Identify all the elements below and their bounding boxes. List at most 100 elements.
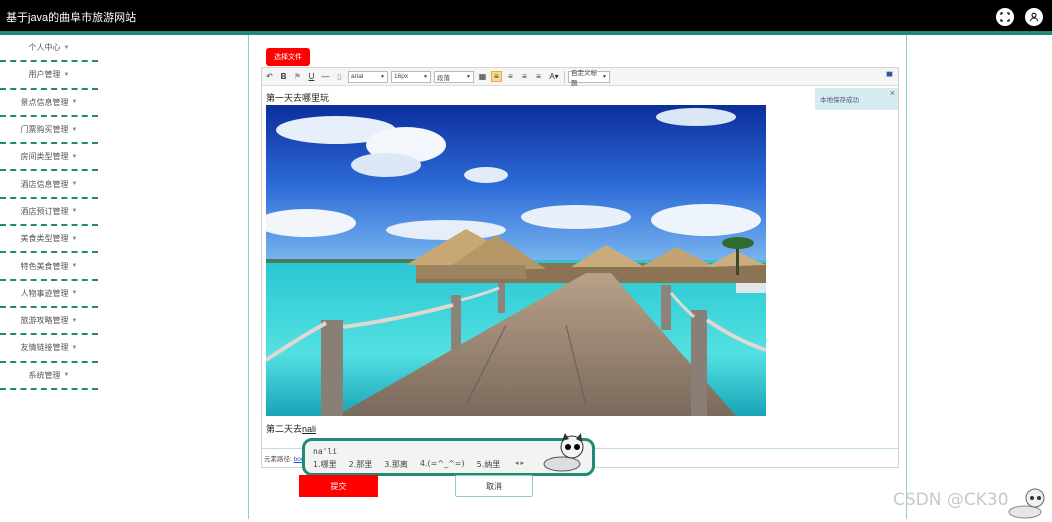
ime-candidate-list: 1.哪里 2.那里 3.那离 4.(=^_^=) 5.纳里 [313,459,500,470]
horizontal-rule-icon[interactable]: — [320,71,331,82]
chevron-down-icon: ▼ [63,71,70,78]
submit-button[interactable]: 提交 [299,475,378,497]
sidebar-item-hotel-bookings[interactable]: 酒店预订管理 ▼ [0,199,98,227]
chevron-down-icon: ▼ [71,235,78,242]
ime-mascot-icon [540,433,592,478]
sidebar-item-tickets[interactable]: 门票购买管理 ▼ [0,117,98,145]
custom-title-select[interactable]: 自定义标题 ▼ [568,70,610,87]
chevron-down-icon: ▼ [63,44,70,51]
ime-candidate[interactable]: 1.哪里 [313,459,337,470]
sidebar-item-label: 个人中心 [28,43,61,53]
sidebar-item-system[interactable]: 系统管理 ▼ [0,363,98,390]
align-justify-icon[interactable]: ≡ [533,71,544,82]
sidebar-item-friend-links[interactable]: 友情链接管理 ▼ [0,335,98,363]
sidebar-item-label: 景点信息管理 [20,97,69,107]
sidebar: 个人中心 ▼ 用户管理 ▼ 景点信息管理 ▼ 门票购买管理 ▼ 房间类型管理 ▼ 酒店信息… [0,35,100,519]
sidebar-item-label: 房间类型管理 [20,152,69,162]
chevron-down-icon: ▼ [71,263,78,270]
table-icon[interactable]: ▦ [477,71,488,82]
align-right-icon[interactable]: ≡ [519,71,530,82]
editor-content[interactable]: 第一天去哪里玩 第二天去nali [266,91,886,434]
undo-icon[interactable]: ↶ [264,71,275,82]
document-icon[interactable]: ▯ [334,71,345,82]
format-painter-icon[interactable]: ⚑ [292,71,303,82]
main-panel-border-right [906,35,907,519]
font-family-value: arial [351,73,364,80]
sidebar-item-label: 特色美食管理 [20,261,69,271]
ime-candidate[interactable]: 3.那离 [384,459,408,470]
main-panel-border-left [248,35,249,519]
sidebar-item-hotels[interactable]: 酒店信息管理 ▼ [0,171,98,199]
chevron-down-icon: ▼ [71,208,78,215]
content-line-1: 第一天去哪里玩 [266,93,330,103]
sidebar-item-label: 用户管理 [28,70,61,80]
sidebar-item-label: 人物事迹管理 [20,288,69,298]
choose-file-button[interactable]: 选择文件 [266,48,310,66]
chevron-down-icon: ▼ [71,344,78,351]
chevron-down-icon: ▼ [71,181,78,188]
fullscreen-editor-icon[interactable]: ▀ [884,71,895,82]
sidebar-item-label: 门票购买管理 [20,125,69,135]
chevron-down-icon: ▼ [71,290,78,297]
close-icon[interactable]: × [890,88,895,98]
ime-page-nav-icon[interactable]: ◂ ▸ [515,459,524,467]
rich-text-editor[interactable]: ↶ B ⚑ U — ▯ arial ▼ 16px ▼ 段落 ▼ ▦ ≡ ≡ ≡ ≡ A… [261,67,899,468]
align-left-icon[interactable]: ≡ [491,71,502,82]
chevron-down-icon: ▼ [71,99,78,106]
chevron-down-icon: ▼ [423,73,428,80]
beach-pier-image [266,105,766,416]
paragraph-select[interactable]: 段落 ▼ [434,70,474,83]
toolbar-divider [564,70,565,83]
sidebar-item-label: 酒店预订管理 [20,206,69,216]
cancel-button[interactable]: 取消 [455,475,533,497]
element-path-label: 元素路径: [264,456,292,463]
csdn-watermark: CSDN @CK30 [893,490,1009,510]
sidebar-item-label: 酒店信息管理 [20,179,69,189]
font-size-select[interactable]: 16px ▼ [391,70,431,83]
ime-candidate[interactable]: 4.(=^_^=) [420,459,465,470]
chevron-down-icon: ▼ [71,126,78,133]
sidebar-item-food-types[interactable]: 美食类型管理 ▼ [0,226,98,254]
ime-candidate[interactable]: 2.那里 [349,459,373,470]
sidebar-item-label: 美食类型管理 [20,234,69,244]
site-title: 基于java的曲阜市旅游网站 [6,12,137,24]
custom-title-value: 自定义标题 [571,69,597,87]
chevron-down-icon: ▼ [71,153,78,160]
font-family-select[interactable]: arial ▼ [348,70,388,83]
paragraph-value: 段落 [437,74,450,82]
ime-candidate[interactable]: 5.纳里 [477,459,501,470]
sidebar-item-room-types[interactable]: 房间类型管理 ▼ [0,144,98,172]
autosave-notice-text: 本地保存成功 [820,97,859,104]
sidebar-item-label: 旅游攻略管理 [20,316,69,326]
sidebar-item-specialty-food[interactable]: 特色美食管理 ▼ [0,253,98,281]
font-size-value: 16px [394,73,409,80]
ime-candidate-window: na'li 1.哪里 2.那里 3.那离 4.(=^_^=) 5.纳里 ◂ ▸ [302,433,595,476]
sidebar-item-travel-guides[interactable]: 旅游攻略管理 ▼ [0,308,98,336]
chevron-down-icon: ▼ [71,317,78,324]
underline-icon[interactable]: U [306,71,317,82]
sidebar-item-personal-center[interactable]: 个人中心 ▼ [0,35,98,63]
sidebar-item-label: 友情链接管理 [20,343,69,353]
ime-pinyin: na'li [313,447,338,456]
user-icon[interactable] [1025,8,1043,26]
autosave-notice: 本地保存成功 × [815,88,898,110]
sidebar-item-attractions[interactable]: 景点信息管理 ▼ [0,90,98,117]
chevron-down-icon: ▼ [466,73,471,80]
content-line-2: 第二天去nali [266,422,316,435]
font-color-icon[interactable]: A▾ [547,71,561,82]
header-accent-line [0,31,1052,35]
sidebar-item-users[interactable]: 用户管理 ▼ [0,62,98,90]
editor-toolbar: ↶ B ⚑ U — ▯ arial ▼ 16px ▼ 段落 ▼ ▦ ≡ ≡ ≡ ≡ A… [262,68,898,87]
watermark-mascot-icon [1005,486,1051,522]
top-bar: 基于java的曲阜市旅游网站 [0,0,1052,31]
fullscreen-icon[interactable] [996,8,1014,26]
sidebar-item-people[interactable]: 人物事迹管理 ▼ [0,281,98,308]
sidebar-item-label: 系统管理 [28,370,61,380]
chevron-down-icon: ▼ [380,73,385,80]
chevron-down-icon: ▼ [63,372,70,379]
align-center-icon[interactable]: ≡ [505,71,516,82]
ime-composition-text: nali [302,424,317,434]
chevron-down-icon: ▼ [602,73,607,80]
content-line-2-text: 第二天去 [266,424,303,434]
bold-icon[interactable]: B [278,71,289,82]
